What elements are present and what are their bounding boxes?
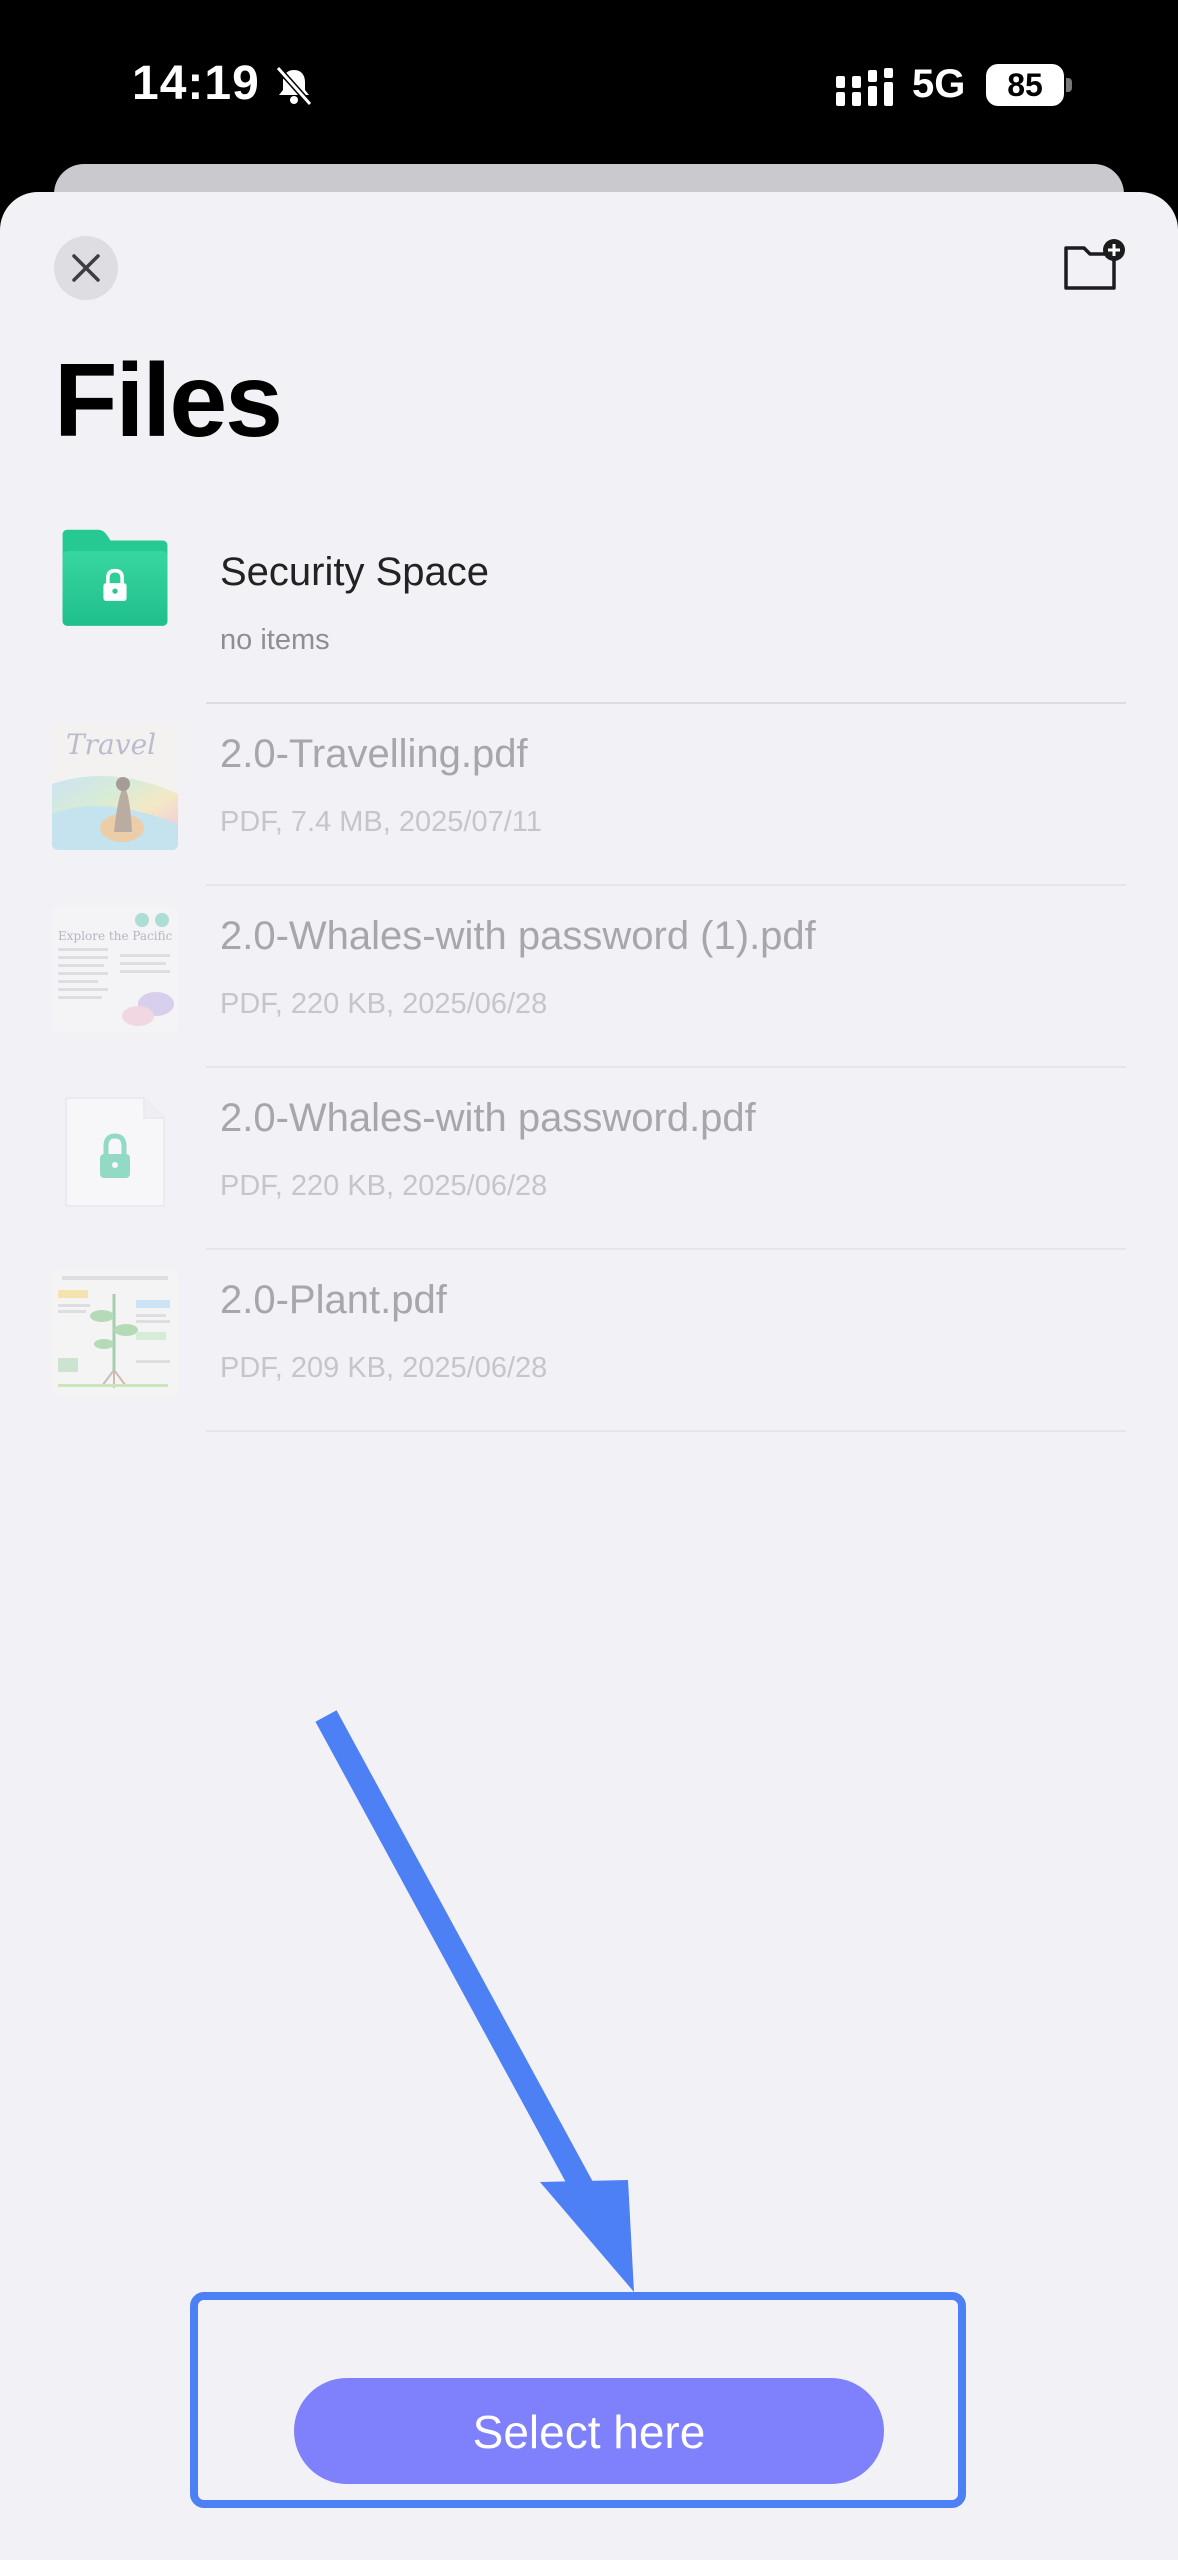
battery-tip	[1066, 78, 1072, 92]
whales-pdf-thumbnail: Explore the Pacific	[52, 906, 178, 1032]
status-time: 14:19	[132, 57, 260, 110]
file-name: Security Space	[220, 550, 490, 594]
screen: 14:19 5G 85 Files Security Space no item…	[0, 0, 1178, 2560]
travel-title: Travel	[66, 728, 156, 761]
file-meta: PDF, 220 KB, 2025/06/28	[220, 988, 548, 1020]
file-name: 2.0-Travelling.pdf	[220, 732, 528, 776]
list-item-travelling-pdf: Travel 2.0-Travelling.pdf PDF, 7.4 MB, 2…	[0, 704, 1178, 886]
whales-title: Explore the Pacific	[58, 929, 173, 943]
list-item-security-space[interactable]: Security Space no items	[0, 522, 1178, 704]
file-meta: PDF, 7.4 MB, 2025/07/11	[220, 806, 542, 838]
file-list: Security Space no items Travel 2.0-Trave…	[0, 522, 1178, 1432]
plant-pdf-thumbnail	[52, 1270, 178, 1396]
file-name: 2.0-Whales-with password (1).pdf	[220, 914, 816, 958]
new-folder-icon[interactable]	[1062, 238, 1126, 294]
battery-level: 85	[1007, 67, 1043, 103]
bell-slash-icon	[275, 66, 313, 106]
battery-icon: 85	[986, 64, 1064, 106]
close-button[interactable]	[54, 236, 118, 300]
folder-lock-icon	[62, 529, 168, 626]
file-name: 2.0-Whales-with password.pdf	[220, 1096, 756, 1140]
list-item-plant-pdf: 2.0-Plant.pdf PDF, 209 KB, 2025/06/28	[0, 1250, 1178, 1432]
travel-pdf-thumbnail: Travel	[52, 724, 178, 850]
file-meta: PDF, 209 KB, 2025/06/28	[220, 1352, 548, 1384]
list-item-whales-1-pdf: Explore the Pacific 2.0-Whales-with pass…	[0, 886, 1178, 1068]
signal-icon	[836, 68, 893, 106]
page-title: Files	[54, 343, 283, 459]
close-icon	[72, 254, 100, 282]
network-label: 5G	[912, 62, 966, 106]
list-item-whales-locked-pdf: 2.0-Whales-with password.pdf PDF, 220 KB…	[0, 1068, 1178, 1250]
divider	[206, 1430, 1126, 1432]
status-bar: 14:19 5G 85	[0, 0, 1178, 170]
file-meta: PDF, 220 KB, 2025/06/28	[220, 1170, 548, 1202]
locked-pdf-icon	[65, 1097, 165, 1207]
annotation-arrow-icon	[315, 1710, 634, 2292]
file-name: 2.0-Plant.pdf	[220, 1278, 447, 1322]
select-here-button[interactable]: Select here	[294, 2378, 884, 2484]
file-meta: no items	[220, 624, 330, 656]
